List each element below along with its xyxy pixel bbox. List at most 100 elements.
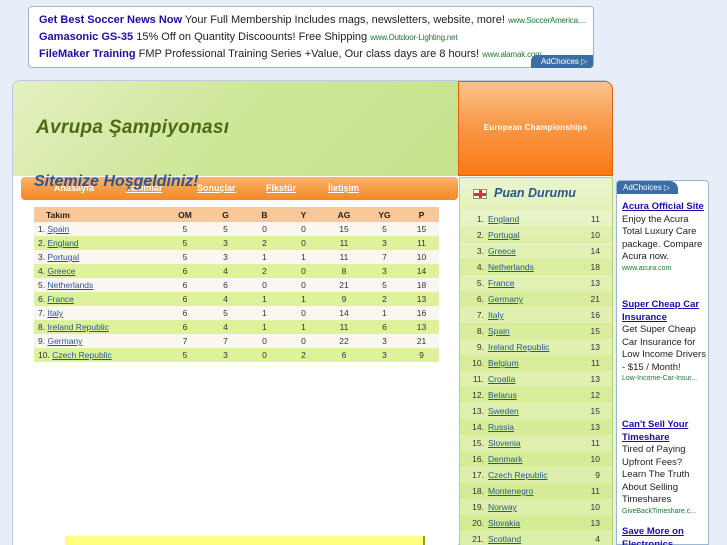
team-link[interactable]: England <box>488 211 519 227</box>
sidebar-standings-list: 1. England 11 2. Portugal 10 3. Greece 14 4. Nethe… <box>460 211 612 545</box>
ad-block: Acura Official Site Enjoy the Acura Tota… <box>622 201 707 273</box>
team-link[interactable]: Croatia <box>488 371 515 387</box>
list-item: 21. Scotland 4 <box>460 531 612 545</box>
bahisci-ad-banner[interactable]: Bahisci.com iddaa tahminleri <box>65 536 425 545</box>
team-link[interactable]: Ireland Republic <box>488 339 549 355</box>
team-link[interactable]: Spain <box>47 224 69 234</box>
cell-yg: 6 <box>365 320 404 334</box>
rank-number: 11. <box>472 374 484 384</box>
cell-p: 21 <box>404 334 439 348</box>
site-header: Avrupa Şampiyonası <box>13 81 458 176</box>
team-link[interactable]: Norway <box>488 499 517 515</box>
cell-b: 2 <box>245 236 284 250</box>
team-cell: 2. England <box>34 236 164 250</box>
adchoices-badge[interactable]: AdChoices ▷ <box>531 55 593 68</box>
team-link[interactable]: Slovenia <box>488 435 521 451</box>
ad-title-link[interactable]: Can't Sell Your Timeshare <box>622 419 707 444</box>
nav-item-fikstur[interactable]: Fikstür <box>266 183 296 193</box>
team-cell: 5. Netherlands <box>34 278 164 292</box>
ad-title-link[interactable]: Gamasonic GS-35 <box>39 31 133 43</box>
points-value: 18 <box>590 262 600 272</box>
cell-g: 3 <box>206 236 245 250</box>
team-link[interactable]: Netherlands <box>488 259 534 275</box>
cell-ag: 15 <box>323 222 365 236</box>
page-title: Avrupa Şampiyonası <box>36 117 230 138</box>
team-link[interactable]: Germany <box>47 336 82 346</box>
ad-title-link[interactable]: Super Cheap Car Insurance <box>622 299 707 324</box>
nav-item-sonuclar[interactable]: Sonuçlar <box>197 183 236 193</box>
cell-yg: 7 <box>365 250 404 264</box>
adchoices-badge[interactable]: AdChoices ▷ <box>617 181 679 194</box>
team-link[interactable]: Montenegro <box>488 483 533 499</box>
list-item: 18. Montenegro 11 <box>460 483 612 499</box>
list-item: 10. Belgium 11 <box>460 355 612 371</box>
ad-title-link[interactable]: Get Best Soccer News Now <box>39 14 182 26</box>
team-cell: 9. Germany <box>34 334 164 348</box>
ad-url[interactable]: www.Outdoor-Lighting.net <box>370 33 457 42</box>
rank-number: 6. <box>476 294 484 304</box>
team-link[interactable]: Belgium <box>488 355 519 371</box>
list-item: 9. Ireland Republic 13 <box>460 339 612 355</box>
rank-number: 10. <box>472 358 484 368</box>
cell-ag: 14 <box>323 306 365 320</box>
cell-yg: 5 <box>365 222 404 236</box>
team-link[interactable]: France <box>47 294 73 304</box>
points-value: 13 <box>590 374 600 384</box>
team-link[interactable]: Portugal <box>488 227 520 243</box>
column-header-takim: Takım <box>34 207 164 222</box>
ad-line: Get Best Soccer News Now Your Full Membe… <box>39 14 586 27</box>
cell-b: 1 <box>245 320 284 334</box>
list-item: 12. Belarus 12 <box>460 387 612 403</box>
cell-b: 0 <box>245 222 284 236</box>
ad-url[interactable]: www.acura.com <box>622 264 707 273</box>
team-link[interactable]: England <box>47 238 78 248</box>
cell-om: 5 <box>164 236 206 250</box>
team-link[interactable]: Slovakia <box>488 515 520 531</box>
team-cell: 7. Italy <box>34 306 164 320</box>
list-item: 13. Sweden 15 <box>460 403 612 419</box>
ad-url[interactable]: www.SoccerAmerica.... <box>508 16 586 25</box>
team-link[interactable]: Italy <box>488 307 504 323</box>
team-link[interactable]: Portugal <box>47 252 79 262</box>
ad-description: Your Full Membership Includes mags, news… <box>182 14 505 26</box>
nav-item-iletisim[interactable]: İletişim <box>328 183 359 193</box>
team-link[interactable]: Russia <box>488 419 514 435</box>
team-link[interactable]: Sweden <box>488 403 519 419</box>
list-item: 7. Italy 16 <box>460 307 612 323</box>
ad-line: FileMaker Training FMP Professional Trai… <box>39 48 542 61</box>
points-value: 4 <box>595 534 600 544</box>
rank-number: 19. <box>472 502 484 512</box>
team-link[interactable]: Greece <box>488 243 516 259</box>
team-link[interactable]: Belarus <box>488 387 517 403</box>
ad-title-link[interactable]: FileMaker Training <box>39 48 136 60</box>
cell-y: 0 <box>284 306 323 320</box>
cell-ag: 11 <box>323 320 365 334</box>
ad-title-link[interactable]: Save More on Electronics <box>622 526 707 545</box>
cell-yg: 3 <box>365 264 404 278</box>
list-item: 3. Greece 14 <box>460 243 612 259</box>
team-link[interactable]: France <box>488 275 514 291</box>
cell-yg: 3 <box>365 348 404 362</box>
points-value: 11 <box>591 214 600 224</box>
cell-y: 1 <box>284 320 323 334</box>
cell-ag: 8 <box>323 264 365 278</box>
list-item: 14. Russia 13 <box>460 419 612 435</box>
list-item: 20. Slovakia 13 <box>460 515 612 531</box>
team-link[interactable]: Ireland Republic <box>47 322 108 332</box>
ad-url[interactable]: Low-Income-Car-Insur... <box>622 374 707 383</box>
standings-table: Takım OM G B Y AG YG P 1. Spain 5 5 0 0 15 5 15… <box>34 207 439 362</box>
ad-url[interactable]: GiveBackTimeshare.c... <box>622 507 707 516</box>
ad-title-link[interactable]: Acura Official Site <box>622 201 707 214</box>
column-header-p: P <box>404 207 439 222</box>
team-link[interactable]: Czech Republic <box>488 467 548 483</box>
table-row: 10. Czech Republic 5 3 0 2 6 3 9 <box>34 348 439 362</box>
team-link[interactable]: Netherlands <box>47 280 93 290</box>
team-link[interactable]: Scotland <box>488 531 521 545</box>
team-link[interactable]: Germany <box>488 291 523 307</box>
team-link[interactable]: Spain <box>488 323 510 339</box>
team-link[interactable]: Italy <box>47 308 63 318</box>
team-link[interactable]: Denmark <box>488 451 522 467</box>
team-link[interactable]: Greece <box>47 266 75 276</box>
cell-y: 1 <box>284 250 323 264</box>
team-link[interactable]: Czech Republic <box>52 350 112 360</box>
